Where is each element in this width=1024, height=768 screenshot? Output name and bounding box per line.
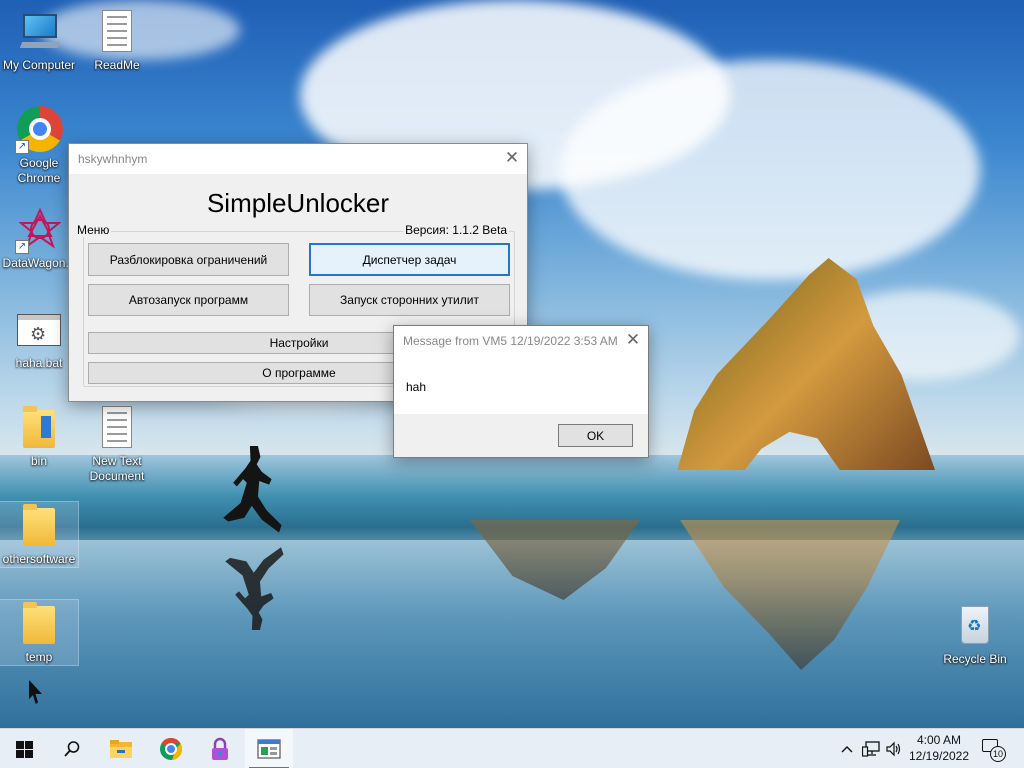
gear-icon: ⚙ xyxy=(30,324,47,344)
start-button[interactable] xyxy=(0,729,48,768)
desktop-icon-label: Google Chrome xyxy=(17,156,61,185)
simple-unlocker-taskbar-button[interactable] xyxy=(245,729,293,768)
desktop-icon-my-computer[interactable]: My Computer xyxy=(0,8,78,73)
file-explorer-icon xyxy=(110,740,132,758)
shortcut-arrow-icon: ↗ xyxy=(15,240,29,254)
desktop-icon-label: Recycle Bin xyxy=(943,652,1007,666)
folder-icon xyxy=(15,600,63,648)
network-icon[interactable] xyxy=(860,729,882,768)
notification-icon[interactable]: 10 xyxy=(980,737,1006,762)
chrome-taskbar-button[interactable] xyxy=(147,729,195,768)
desktop-icon-label: othersoftware xyxy=(2,552,76,566)
desktop-icon-othersoftware[interactable]: othersoftware xyxy=(0,501,79,568)
clock-date: 12/19/2022 xyxy=(908,749,970,763)
text-document-icon xyxy=(93,404,141,452)
recycle-symbol-icon: ♻ xyxy=(967,618,982,635)
desktop-icon-temp[interactable]: temp xyxy=(0,599,79,666)
folder-icon xyxy=(15,502,63,550)
chrome-icon: ↗ xyxy=(15,106,63,154)
unlock-restrictions-button[interactable]: Разблокировка ограничений xyxy=(88,243,289,276)
desktop-icon-recycle-bin[interactable]: ♻ Recycle Bin xyxy=(936,602,1014,667)
dialog-footer: OK xyxy=(394,414,648,457)
desktop-icon-label: My Computer xyxy=(2,58,76,72)
app-heading: SimpleUnlocker xyxy=(206,188,390,218)
dialog-titlebar[interactable]: Message from VM5 12/19/2022 3:53 AM ✕ xyxy=(394,326,648,356)
datawagon-icon: ↗ xyxy=(15,206,63,254)
recycle-bin-icon: ♻ xyxy=(951,602,999,650)
autorun-programs-button[interactable]: Автозапуск программ xyxy=(88,284,289,316)
desktop-icon-label: bin xyxy=(30,454,47,468)
desktop-icon-bin[interactable]: bin xyxy=(0,404,78,469)
taskbar-clock[interactable]: 4:00 AM 12/19/2022 xyxy=(908,732,970,764)
clock-time: 4:00 AM xyxy=(916,733,962,747)
volume-icon[interactable] xyxy=(884,729,904,768)
desktop-icon-google-chrome[interactable]: ↗ Google Chrome xyxy=(0,106,78,186)
desktop-icon-new-text-document[interactable]: New Text Document xyxy=(78,404,156,484)
desktop-icon-datawagon[interactable]: ↗ DataWagon... xyxy=(0,206,78,271)
dialog-message: hah xyxy=(406,380,427,394)
notification-count-badge: 10 xyxy=(990,746,1006,762)
lock-app-icon xyxy=(212,737,228,760)
dialog-title: Message from VM5 12/19/2022 3:53 AM xyxy=(403,334,618,348)
desktop-icon-haha-bat[interactable]: ⚙ haha.bat xyxy=(0,306,78,371)
chevron-up-icon[interactable] xyxy=(838,729,856,768)
task-manager-button[interactable]: Диспетчер задач xyxy=(309,243,510,276)
close-icon[interactable]: ✕ xyxy=(497,145,527,173)
folder-icon xyxy=(15,404,63,452)
ok-button[interactable]: OK xyxy=(558,424,633,447)
file-explorer-button[interactable] xyxy=(97,729,145,768)
text-document-icon xyxy=(93,8,141,56)
dialog-body: hah xyxy=(394,356,648,414)
taskbar: 4:00 AM 12/19/2022 10 xyxy=(0,728,1024,768)
version-label: Версия: 1.1.2 Beta xyxy=(403,223,509,237)
close-icon[interactable]: ✕ xyxy=(618,327,648,355)
simple-unlocker-taskbar-icon xyxy=(257,739,281,759)
batch-file-icon: ⚙ xyxy=(15,306,63,354)
menu-groupbox-label: Меню xyxy=(75,223,112,237)
window-title: hskywhnhym xyxy=(78,152,148,166)
desktop-icon-label: temp xyxy=(25,650,53,664)
window-titlebar[interactable]: hskywhnhym ✕ xyxy=(69,144,527,174)
run-third-party-utilities-button[interactable]: Запуск сторонних утилит xyxy=(309,284,510,316)
desktop-icon-label: New Text Document xyxy=(89,454,145,483)
search-button[interactable] xyxy=(48,729,96,768)
computer-icon xyxy=(15,8,63,56)
search-icon xyxy=(64,741,80,757)
desktop-icon-label: ReadMe xyxy=(94,58,140,72)
desktop-icon-readme[interactable]: ReadMe xyxy=(78,8,156,73)
lock-app-taskbar-button[interactable] xyxy=(196,729,244,768)
desktop-icon-label: DataWagon... xyxy=(2,256,76,270)
chrome-icon xyxy=(160,738,183,760)
shortcut-arrow-icon: ↗ xyxy=(15,140,29,154)
message-dialog: Message from VM5 12/19/2022 3:53 AM ✕ ha… xyxy=(393,325,649,458)
wallpaper-cloud xyxy=(560,60,980,280)
desktop-icon-label: haha.bat xyxy=(15,356,63,370)
windows-logo-icon xyxy=(15,740,33,758)
